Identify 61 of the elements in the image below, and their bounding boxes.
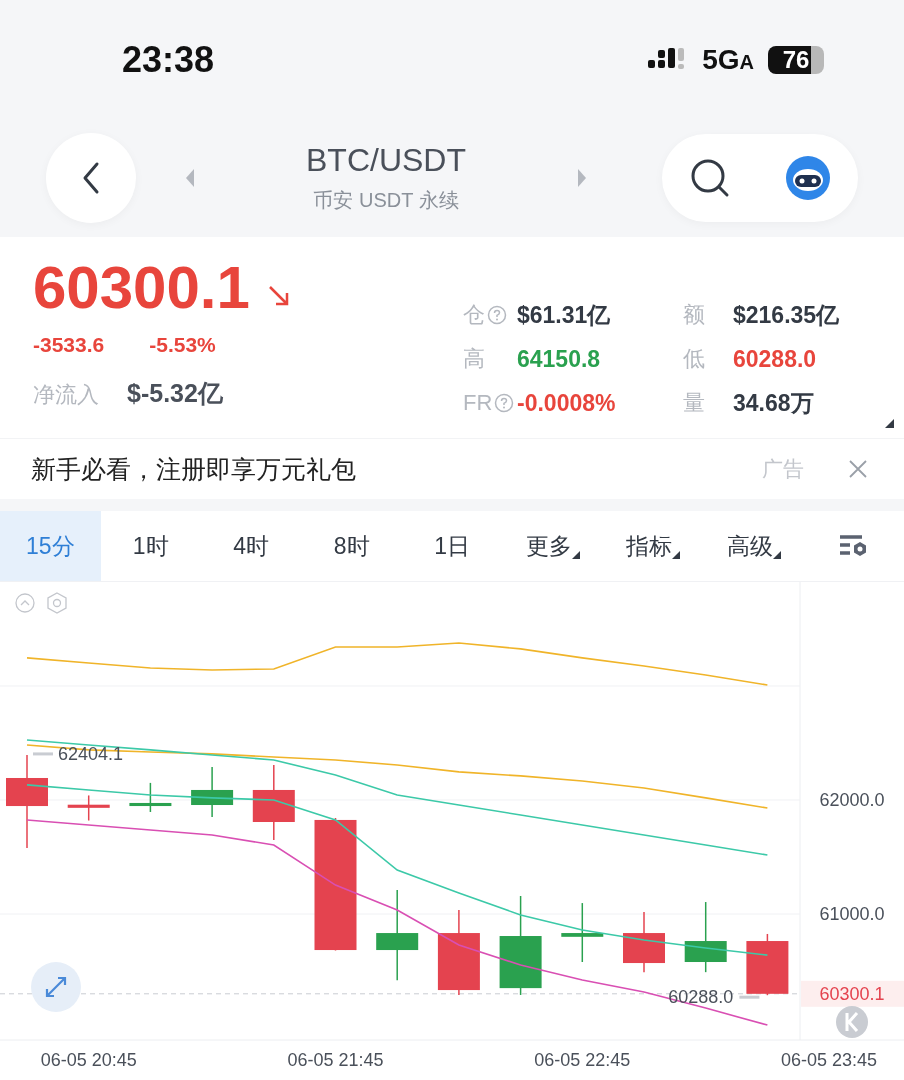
collapse-icon[interactable] <box>15 593 35 613</box>
time-label: 06-05 21:45 <box>287 1050 384 1070</box>
settings-icon[interactable] <box>47 592 67 614</box>
candlestick <box>623 911 665 973</box>
stat-value: 60288.0 <box>733 345 817 373</box>
stat-label: 额 <box>683 301 705 330</box>
stat-label: 量 <box>683 389 705 418</box>
help-icon[interactable] <box>494 393 515 414</box>
interval-tab[interactable]: 15分 <box>0 511 101 581</box>
close-icon <box>848 459 868 480</box>
dropdown-corner-icon <box>571 551 580 560</box>
robot-icon <box>785 155 831 202</box>
time-label: 06-05 23:45 <box>781 1050 878 1070</box>
stat-label: 仓 <box>463 301 485 330</box>
candlestick <box>191 766 234 818</box>
corner-expand-icon <box>885 419 894 429</box>
fullscreen-button[interactable] <box>31 962 81 1012</box>
last-price-label: 60300.1 <box>819 983 885 1004</box>
low-price-label: 60288.0 <box>668 987 734 1008</box>
ad-tag: 广告 <box>762 455 804 484</box>
last-price: 60300.1 <box>33 255 250 322</box>
high-price-label: 62404.1 <box>58 743 124 764</box>
status-time: 23:38 <box>122 38 215 81</box>
axis-label: 61000.0 <box>819 904 885 924</box>
inflow-value: $-5.32亿 <box>127 378 223 410</box>
stat-label: 高 <box>463 345 485 374</box>
price-change: -3533.6 <box>33 333 105 358</box>
candlestick <box>129 782 172 813</box>
time-label: 06-05 20:45 <box>40 1050 137 1070</box>
stat-value: -0.0008% <box>517 389 616 417</box>
k-line-button[interactable] <box>836 1006 868 1038</box>
candlestick <box>684 901 727 973</box>
low-marker-icon <box>739 995 760 999</box>
down-arrow-icon <box>267 285 290 308</box>
stat-value: 64150.8 <box>517 345 601 373</box>
assistant-button[interactable] <box>785 155 831 202</box>
help-icon[interactable] <box>487 305 507 326</box>
high-marker-icon <box>33 752 53 756</box>
inflow-label: 净流入 <box>33 381 99 410</box>
candlestick <box>67 794 110 822</box>
percent-change: -5.53% <box>149 333 216 358</box>
stat-value: $216.35亿 <box>733 300 840 330</box>
stat-label: FR <box>463 390 493 417</box>
stat-label: 低 <box>683 345 705 374</box>
close-button[interactable] <box>848 459 868 480</box>
stat-value: $61.31亿 <box>517 300 611 330</box>
candlestick <box>746 933 789 996</box>
time-label: 06-05 22:45 <box>534 1050 631 1070</box>
stat-value: 34.68万 <box>733 388 814 418</box>
next-pair-icon[interactable] <box>576 168 588 189</box>
dropdown-corner-icon <box>672 551 681 560</box>
previous-pair-icon[interactable] <box>184 168 196 189</box>
back-icon <box>81 161 101 196</box>
candlestick <box>561 902 604 963</box>
market-subtitle: 币安 USDT 永续 <box>313 188 459 214</box>
ad-text[interactable]: 新手必看，注册即享万元礼包 <box>31 452 356 486</box>
axis-label: 62000.0 <box>819 790 885 810</box>
battery-icon: 76 <box>768 45 824 74</box>
dropdown-corner-icon <box>772 551 781 560</box>
network-label: 5GA <box>702 43 754 76</box>
pair-title: BTC/USDT <box>306 142 466 180</box>
